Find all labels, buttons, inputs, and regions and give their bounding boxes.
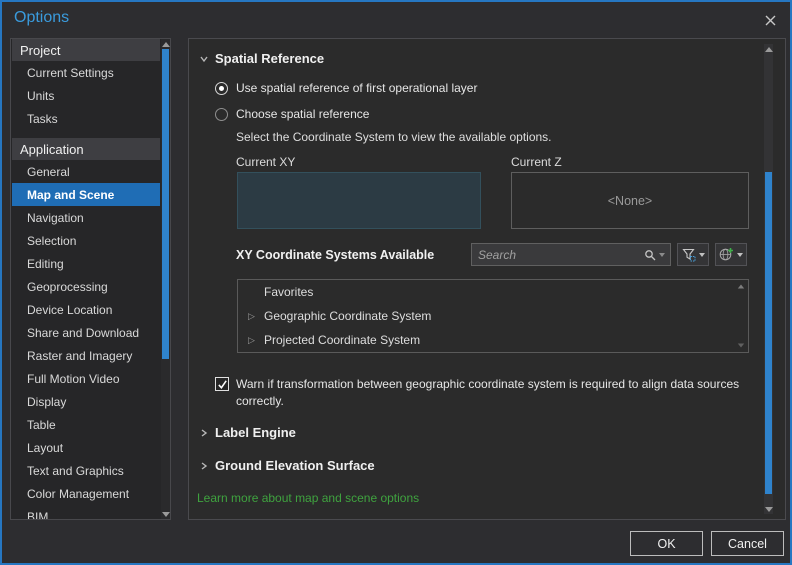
xy-available-label: XY Coordinate Systems Available <box>236 248 435 262</box>
current-z-value: <None> <box>607 193 653 208</box>
chevron-right-icon <box>199 461 209 471</box>
sidebar-header-project: Project <box>12 39 160 61</box>
section-title: Label Engine <box>215 425 296 440</box>
tree-item-geographic[interactable]: ▷ Geographic Coordinate System <box>238 304 748 328</box>
radio-choose-spatial-reference[interactable]: Choose spatial reference <box>215 107 369 121</box>
chevron-right-icon <box>199 428 209 438</box>
sidebar-header-application: Application <box>12 138 160 160</box>
close-button[interactable] <box>760 10 780 30</box>
section-title: Ground Elevation Surface <box>215 458 375 473</box>
panel-scroll-up-icon[interactable] <box>764 44 773 54</box>
radio-unselected-icon <box>215 107 228 121</box>
ok-button[interactable]: OK <box>630 531 703 556</box>
tree-scroll-up-icon[interactable] <box>737 284 745 289</box>
sidebar-item-bim[interactable]: BIM <box>12 505 160 520</box>
coordinate-system-tree: Favorites ▷ Geographic Coordinate System… <box>237 279 749 353</box>
sidebar-scroll-up-icon[interactable] <box>161 39 170 49</box>
sidebar-scrollbar[interactable] <box>161 39 170 519</box>
sidebar-item-raster-and-imagery[interactable]: Raster and Imagery <box>12 344 160 367</box>
panel-scroll-down-icon[interactable] <box>764 504 773 514</box>
chevron-down-icon <box>199 54 209 64</box>
add-dropdown-icon <box>737 252 743 257</box>
current-z-label: Current Z <box>511 155 562 169</box>
sidebar-item-tasks[interactable]: Tasks <box>12 107 160 130</box>
search-input[interactable] <box>472 247 644 262</box>
sidebar-item-full-motion-video[interactable]: Full Motion Video <box>12 367 160 390</box>
coordinate-system-hint: Select the Coordinate System to view the… <box>236 130 552 144</box>
sidebar-item-navigation[interactable]: Navigation <box>12 206 160 229</box>
section-label-engine[interactable]: Label Engine <box>199 425 296 440</box>
filter-button[interactable] <box>677 243 709 266</box>
checkbox-checked-icon[interactable] <box>215 377 229 391</box>
section-ground-elevation-surface[interactable]: Ground Elevation Surface <box>199 458 375 473</box>
tree-item-projected[interactable]: ▷ Projected Coordinate System <box>238 328 748 352</box>
sidebar-item-display[interactable]: Display <box>12 390 160 413</box>
learn-more-link[interactable]: Learn more about map and scene options <box>197 491 419 505</box>
options-dialog: Options Project Current Settings Units T… <box>0 0 792 565</box>
sidebar-item-current-settings[interactable]: Current Settings <box>12 61 160 84</box>
sidebar-item-geoprocessing[interactable]: Geoprocessing <box>12 275 160 298</box>
panel-scroll-thumb[interactable] <box>765 172 772 494</box>
dialog-title: Options <box>14 9 70 26</box>
panel-scrollbar[interactable] <box>764 44 773 514</box>
warn-transformation-label: Warn if transformation between geographi… <box>236 377 740 408</box>
expander-right-icon[interactable]: ▷ <box>248 311 255 322</box>
sidebar-item-table[interactable]: Table <box>12 413 160 436</box>
section-spatial-reference[interactable]: Spatial Reference <box>199 51 324 66</box>
radio-selected-icon <box>215 81 228 95</box>
current-xy-label: Current XY <box>236 155 296 169</box>
sidebar-item-text-and-graphics[interactable]: Text and Graphics <box>12 459 160 482</box>
filter-dropdown-icon <box>698 252 705 257</box>
sidebar-item-device-location[interactable]: Device Location <box>12 298 160 321</box>
current-z-box[interactable]: <None> <box>511 172 749 229</box>
sidebar-item-map-and-scene[interactable]: Map and Scene <box>12 183 160 206</box>
sidebar-item-selection[interactable]: Selection <box>12 229 160 252</box>
options-sidebar: Project Current Settings Units Tasks App… <box>10 38 171 520</box>
map-and-scene-panel: Spatial Reference Use spatial reference … <box>188 38 786 520</box>
cancel-button[interactable]: Cancel <box>711 531 784 556</box>
search-dropdown-icon[interactable] <box>659 252 665 257</box>
radio-label: Use spatial reference of first operation… <box>236 81 478 95</box>
globe-add-icon <box>719 247 734 262</box>
current-xy-box[interactable] <box>237 172 481 229</box>
add-coordinate-system-button[interactable] <box>715 243 747 266</box>
sidebar-list: Project Current Settings Units Tasks App… <box>12 39 160 520</box>
sidebar-item-color-management[interactable]: Color Management <box>12 482 160 505</box>
close-icon <box>765 15 776 26</box>
expander-right-icon[interactable]: ▷ <box>248 335 255 346</box>
sidebar-item-general[interactable]: General <box>12 160 160 183</box>
warn-transformation-option[interactable]: Warn if transformation between geographi… <box>215 376 784 410</box>
tree-scroll-down-icon[interactable] <box>737 343 745 348</box>
sidebar-item-units[interactable]: Units <box>12 84 160 107</box>
search-icon[interactable] <box>644 249 656 261</box>
sidebar-item-editing[interactable]: Editing <box>12 252 160 275</box>
sidebar-item-share-and-download[interactable]: Share and Download <box>12 321 160 344</box>
sidebar-scroll-thumb[interactable] <box>162 49 169 359</box>
sidebar-item-layout[interactable]: Layout <box>12 436 160 459</box>
radio-label: Choose spatial reference <box>236 107 370 121</box>
tree-item-favorites[interactable]: Favorites <box>238 280 748 304</box>
section-title: Spatial Reference <box>215 51 325 66</box>
sidebar-scroll-down-icon[interactable] <box>161 509 170 519</box>
coordinate-search <box>471 243 671 266</box>
radio-use-first-layer[interactable]: Use spatial reference of first operation… <box>215 81 477 95</box>
filter-icon <box>681 248 696 262</box>
